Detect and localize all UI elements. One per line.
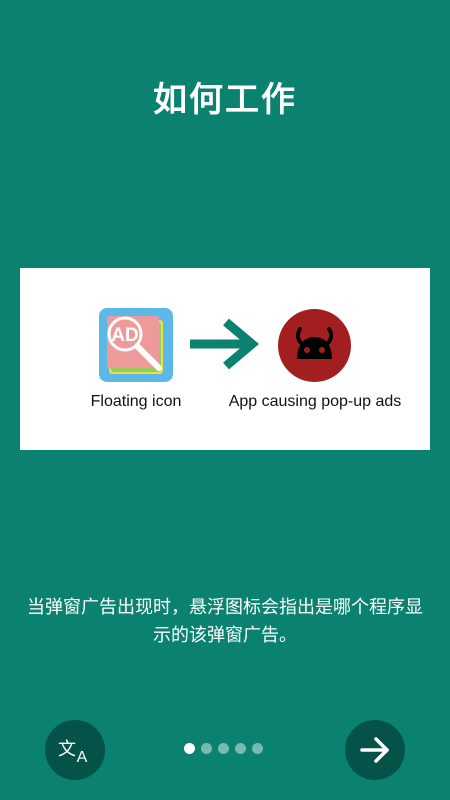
arrow-right-illustration (190, 318, 259, 370)
arrow-right-icon (360, 737, 389, 763)
page-indicator (184, 743, 264, 755)
page-dot-3 (218, 743, 229, 754)
page-dot-2 (201, 743, 212, 754)
translate-button[interactable]: 文 A (45, 720, 105, 780)
adware-app-label: App causing pop-up ads (228, 393, 402, 410)
svg-text:A: A (77, 749, 88, 766)
page-dot-4 (235, 743, 246, 754)
page-title: 如何工作 (153, 80, 297, 120)
description-text: 当弹窗广告出现时，悬浮图标会指出是哪个程序显示的该弹窗广告。 (27, 597, 423, 646)
page-dot-5 (252, 743, 263, 754)
floating-icon-label: Floating icon (90, 393, 182, 410)
adware-app-icon (278, 309, 351, 382)
page-dot-1 (184, 743, 195, 754)
next-button[interactable] (345, 720, 405, 780)
ad-badge-text: AD (111, 325, 138, 346)
svg-text:文: 文 (58, 739, 76, 760)
translate-icon: 文 A (58, 739, 88, 766)
floating-icon-image: AD (99, 308, 173, 382)
